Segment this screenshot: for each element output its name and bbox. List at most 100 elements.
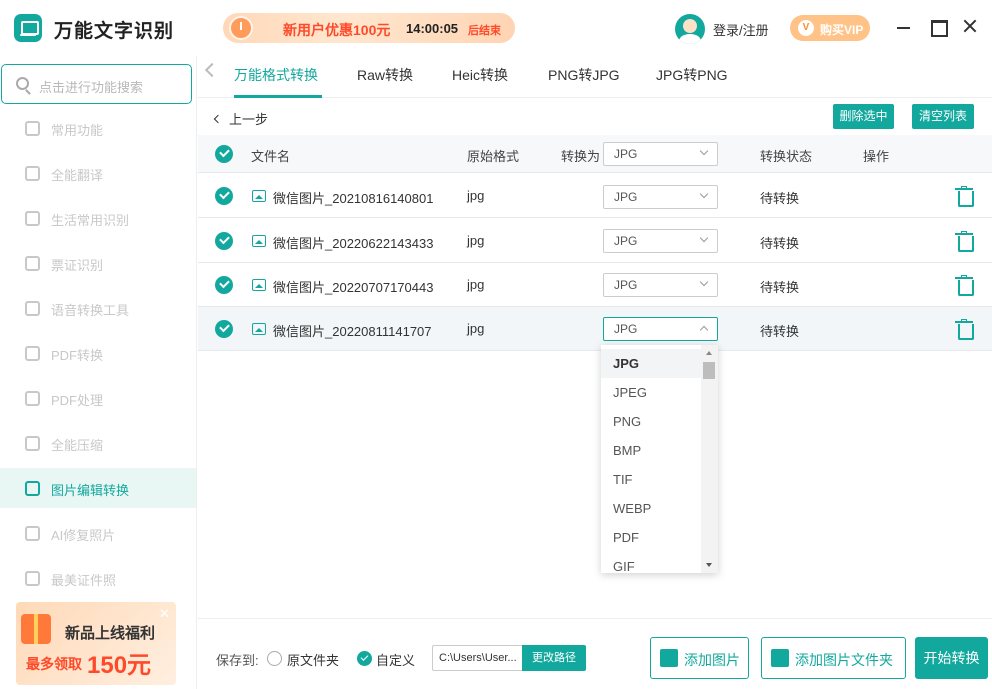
row-format: jpg	[467, 233, 485, 248]
ad-close-icon[interactable]: ✕	[159, 606, 170, 622]
tab-heic[interactable]: Heic转换	[452, 65, 508, 85]
scroll-up-icon[interactable]	[706, 351, 712, 355]
save-path-field[interactable]: C:\Users\User... 更改路径	[432, 645, 586, 671]
row-convert-select[interactable]: JPG	[603, 229, 718, 253]
header-status: 转换状态	[760, 149, 813, 164]
id-photo-icon	[25, 571, 40, 586]
row-status: 待转换	[760, 324, 800, 339]
sidebar-item-pdf-convert[interactable]: PDF转换	[0, 333, 196, 373]
scrollbar-thumb[interactable]	[703, 362, 715, 379]
sidebar-item-label: 票证识别	[51, 258, 104, 273]
format-option-jpg[interactable]: JPG	[601, 349, 701, 378]
row-checkbox[interactable]	[215, 276, 233, 294]
format-option-jpeg[interactable]: JPEG	[601, 378, 701, 407]
format-option-png[interactable]: PNG	[601, 407, 701, 436]
convert-all-select[interactable]: JPG	[603, 142, 718, 166]
custom-folder-label[interactable]: 自定义	[376, 650, 415, 669]
row-convert-select-open[interactable]: JPG	[603, 317, 718, 341]
row-status: 待转换	[760, 280, 800, 295]
row-convert-value: JPG	[614, 278, 638, 292]
table-row[interactable]: 微信图片_20210816140801 jpg JPG 待转换	[198, 174, 992, 218]
original-folder-label[interactable]: 原文件夹	[287, 650, 339, 669]
row-format: jpg	[467, 277, 485, 292]
sidebar-item-ticket[interactable]: 票证识别	[0, 243, 196, 283]
row-convert-select[interactable]: JPG	[603, 273, 718, 297]
row-convert-select[interactable]: JPG	[603, 185, 718, 209]
chevron-left-icon	[213, 114, 223, 124]
radio-custom-folder[interactable]	[357, 651, 372, 666]
select-all-checkbox[interactable]	[215, 145, 233, 163]
format-dropdown-list: JPG JPEG PNG BMP TIF WEBP PDF GIF	[601, 345, 718, 573]
search-input[interactable]: 点击进行功能搜索	[1, 64, 192, 104]
trash-icon[interactable]	[955, 319, 974, 340]
row-checkbox[interactable]	[215, 232, 233, 250]
change-path-button[interactable]: 更改路径	[522, 645, 586, 671]
sidebar-item-translate[interactable]: 全能翻译	[0, 153, 196, 193]
sidebar-item-common[interactable]: 常用功能	[0, 108, 196, 148]
format-option-pdf[interactable]: PDF	[601, 523, 701, 552]
sidebar-item-voice[interactable]: 语音转换工具	[0, 288, 196, 328]
sidebar-item-id-photo[interactable]: 最美证件照	[0, 558, 196, 598]
clear-list-button[interactable]: 清空列表	[912, 104, 974, 129]
table-row[interactable]: 微信图片_20220707170443 jpg JPG 待转换	[198, 263, 992, 307]
add-image-button[interactable]: 添加图片	[650, 637, 749, 679]
trash-icon[interactable]	[955, 275, 974, 296]
tab-png-to-jpg[interactable]: PNG转JPG	[548, 65, 620, 85]
minimize-icon[interactable]	[896, 18, 912, 34]
scroll-down-icon[interactable]	[706, 563, 712, 567]
delete-selected-button[interactable]: 删除选中	[833, 104, 894, 129]
convert-all-value: JPG	[614, 147, 638, 161]
sidebar-item-ai-repair[interactable]: AI修复照片	[0, 513, 196, 553]
start-convert-button[interactable]: 开始转换	[915, 637, 988, 679]
back-button[interactable]: 上一步	[213, 109, 268, 128]
tab-universal-format[interactable]: 万能格式转换	[234, 65, 318, 85]
add-folder-button[interactable]: 添加图片文件夹	[761, 637, 906, 679]
row-format: jpg	[467, 321, 485, 336]
tab-raw[interactable]: Raw转换	[357, 65, 413, 85]
avatar[interactable]	[675, 14, 705, 44]
maximize-icon[interactable]	[930, 18, 948, 37]
format-option-webp[interactable]: WEBP	[601, 494, 701, 523]
table-row[interactable]: 微信图片_20220811141707 jpg JPG 待转换	[198, 307, 992, 351]
promo-banner[interactable]: 新用户优惠100元 14:00:05 后结束	[223, 13, 515, 43]
image-file-icon	[252, 235, 266, 247]
table-header: 文件名 原始格式 转换为 JPG 转换状态 操作	[198, 135, 992, 173]
format-option-bmp[interactable]: BMP	[601, 436, 701, 465]
sidebar-item-compress[interactable]: 全能压缩	[0, 423, 196, 463]
format-option-gif[interactable]: GIF	[601, 552, 701, 573]
save-to-label: 保存到:	[216, 653, 259, 668]
login-link[interactable]: 登录/注册	[713, 20, 769, 39]
add-folder-label: 添加图片文件夹	[795, 652, 893, 668]
tab-bar: 万能格式转换 Raw转换 Heic转换 PNG转JPG JPG转PNG	[198, 56, 992, 98]
sidebar-item-label: 图片编辑转换	[51, 483, 130, 498]
ad-subline: 最多领取	[26, 656, 82, 672]
chevron-down-icon	[699, 233, 709, 243]
add-folder-icon	[771, 649, 789, 667]
sidebar-item-life-recognition[interactable]: 生活常用识别	[0, 198, 196, 238]
dropdown-scrollbar[interactable]	[701, 345, 718, 573]
tab-jpg-to-png[interactable]: JPG转PNG	[656, 65, 728, 85]
pdf-icon	[25, 346, 40, 361]
promo-countdown: 14:00:05	[406, 21, 459, 36]
sidebar-item-label: 常用功能	[51, 123, 104, 138]
table-row[interactable]: 微信图片_20220622143433 jpg JPG 待转换	[198, 219, 992, 263]
row-format: jpg	[467, 188, 485, 203]
row-filename: 微信图片_20220811141707	[273, 324, 432, 339]
trash-icon[interactable]	[955, 186, 974, 207]
sidebar-item-pdf-process[interactable]: PDF处理	[0, 378, 196, 418]
chevron-down-icon	[699, 146, 709, 156]
add-image-label: 添加图片	[684, 652, 740, 668]
radio-original-folder[interactable]	[267, 651, 282, 666]
sidebar-item-label: AI修复照片	[51, 528, 116, 543]
row-checkbox[interactable]	[215, 320, 233, 338]
promo-ad-card[interactable]: ✕ 新品上线福利 最多领取 150元	[16, 602, 176, 685]
sidebar-item-image-edit[interactable]: 图片编辑转换	[0, 468, 196, 508]
row-checkbox[interactable]	[215, 187, 233, 205]
tab-scroll-left-icon[interactable]	[204, 62, 220, 78]
trash-icon[interactable]	[955, 231, 974, 252]
format-option-tif[interactable]: TIF	[601, 465, 701, 494]
buy-vip-button[interactable]: V 购买VIP	[790, 15, 870, 41]
image-file-icon	[252, 190, 266, 202]
footer-bar: 保存到: 原文件夹 自定义 C:\Users\User... 更改路径 添加图片…	[198, 618, 992, 689]
close-icon[interactable]	[962, 18, 978, 34]
